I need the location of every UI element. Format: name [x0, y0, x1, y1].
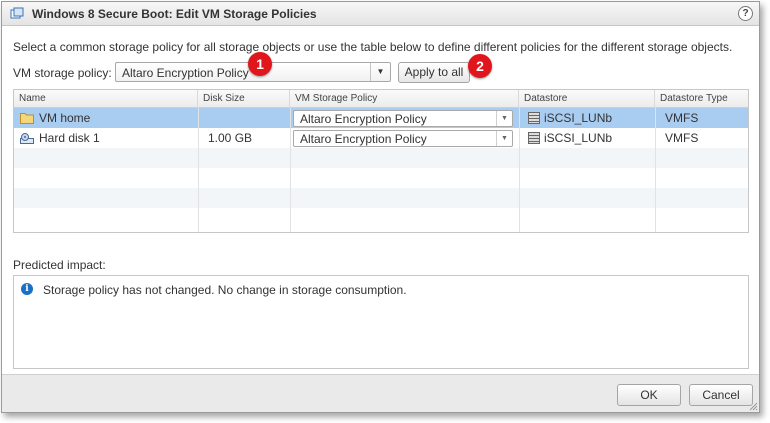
chevron-down-icon[interactable]: ▼: [496, 111, 512, 126]
column-header-datastore[interactable]: Datastore: [519, 90, 655, 108]
column-divider: [519, 108, 520, 232]
row-policy-value: Altaro Encryption Policy: [300, 112, 427, 126]
vm-storage-policy-value: Altaro Encryption Policy: [122, 66, 249, 80]
folder-icon: [20, 113, 34, 124]
column-header-name[interactable]: Name: [14, 90, 198, 108]
empty-row: [14, 168, 748, 188]
predicted-impact-panel: i Storage policy has not changed. No cha…: [13, 275, 749, 369]
table-row-hard-disk-1[interactable]: Hard disk 1 1.00 GB Altaro Encryption Po…: [14, 128, 748, 148]
empty-row: [14, 208, 748, 228]
predicted-impact-label: Predicted impact:: [13, 258, 106, 272]
instruction-text: Select a common storage policy for all s…: [13, 40, 733, 54]
row-disk-size: 1.00 GB: [208, 131, 253, 145]
ok-button[interactable]: OK: [617, 384, 681, 406]
column-divider: [198, 108, 199, 232]
row-name: Hard disk 1: [39, 131, 100, 145]
row-disk-size: [203, 108, 208, 128]
cancel-button[interactable]: Cancel: [689, 384, 753, 406]
row-policy-dropdown[interactable]: Altaro Encryption Policy ▼: [293, 130, 513, 147]
column-header-vm-storage-policy[interactable]: VM Storage Policy: [290, 90, 519, 108]
storage-objects-table: Name Disk Size VM Storage Policy Datasto…: [13, 89, 749, 233]
row-policy-value: Altaro Encryption Policy: [300, 132, 427, 146]
predicted-impact-message: Storage policy has not changed. No chang…: [43, 283, 407, 297]
column-header-disk-size[interactable]: Disk Size: [198, 90, 290, 108]
column-divider: [655, 108, 656, 232]
vm-icon: [10, 7, 24, 19]
apply-to-all-button[interactable]: Apply to all: [398, 62, 470, 83]
chevron-down-icon[interactable]: ▼: [370, 63, 390, 81]
hard-disk-icon: [20, 133, 34, 144]
row-policy-dropdown[interactable]: Altaro Encryption Policy ▼: [293, 110, 513, 127]
table-row-vm-home[interactable]: VM home Altaro Encryption Policy ▼ iSCSI…: [14, 108, 748, 128]
edit-vm-storage-policies-dialog: Windows 8 Secure Boot: Edit VM Storage P…: [1, 1, 760, 413]
row-name: VM home: [39, 111, 91, 125]
help-icon[interactable]: ?: [738, 6, 753, 21]
dialog-title: Windows 8 Secure Boot: Edit VM Storage P…: [32, 7, 317, 21]
column-divider: [290, 108, 291, 232]
column-header-datastore-type[interactable]: Datastore Type: [655, 90, 748, 108]
chevron-down-icon[interactable]: ▼: [496, 131, 512, 146]
row-datastore: iSCSI_LUNb: [544, 111, 613, 125]
row-datastore-type: VMFS: [665, 111, 699, 125]
row-datastore: iSCSI_LUNb: [544, 131, 613, 145]
empty-row: [14, 148, 748, 168]
dialog-footer: OK Cancel: [2, 374, 759, 412]
callout-badge-2: 2: [468, 54, 492, 78]
vm-storage-policy-label: VM storage policy:: [13, 66, 112, 80]
row-datastore-type: VMFS: [665, 131, 699, 145]
resize-grip-icon[interactable]: [748, 401, 758, 411]
info-icon: i: [21, 283, 33, 295]
empty-row: [14, 188, 748, 208]
title-bar: Windows 8 Secure Boot: Edit VM Storage P…: [2, 2, 759, 26]
table-header: Name Disk Size VM Storage Policy Datasto…: [14, 90, 748, 108]
callout-badge-1: 1: [248, 52, 272, 76]
